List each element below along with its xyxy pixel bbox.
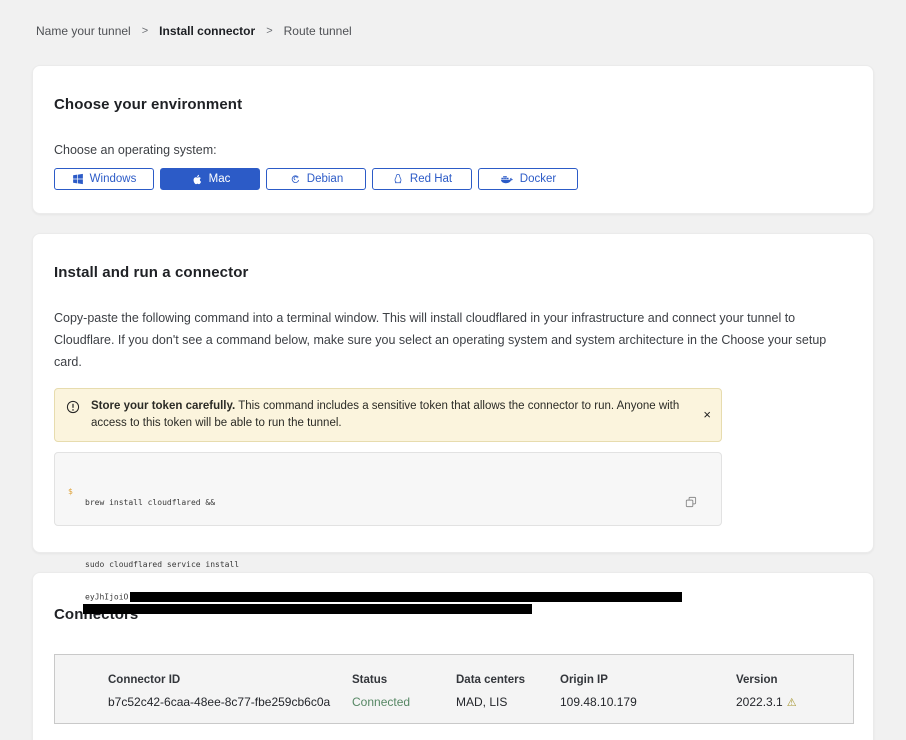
debian-swirl-icon bbox=[289, 173, 301, 185]
os-button-label: Debian bbox=[307, 173, 343, 185]
code-line-brew: brew install cloudflared && bbox=[85, 498, 721, 509]
install-connector-card: Install and run a connector Copy-paste t… bbox=[32, 233, 874, 553]
breadcrumb-route-tunnel[interactable]: Route tunnel bbox=[284, 24, 352, 38]
os-button-group: Windows Mac Debian Red Hat Docker bbox=[54, 168, 852, 190]
apple-logo-icon bbox=[190, 173, 203, 186]
windows-logo-icon bbox=[72, 173, 84, 185]
os-select-label: Choose an operating system: bbox=[54, 143, 852, 157]
token-redaction-bar bbox=[83, 604, 532, 614]
breadcrumb-separator: > bbox=[266, 25, 272, 37]
docker-whale-icon bbox=[500, 173, 514, 185]
linux-penguin-icon bbox=[392, 173, 404, 185]
status-badge: Connected bbox=[352, 695, 456, 709]
breadcrumb-separator: > bbox=[142, 25, 148, 37]
os-button-windows[interactable]: Windows bbox=[54, 168, 154, 190]
os-button-label: Mac bbox=[209, 173, 231, 185]
col-header-origin-ip: Origin IP bbox=[560, 674, 736, 686]
data-centers-value: MAD, LIS bbox=[456, 695, 560, 709]
col-header-version: Version bbox=[736, 674, 853, 686]
install-card-title: Install and run a connector bbox=[54, 264, 852, 281]
os-button-debian[interactable]: Debian bbox=[266, 168, 366, 190]
version-value: 2022.3.1⚠ bbox=[736, 695, 853, 709]
install-description: Copy-paste the following command into a … bbox=[54, 307, 850, 373]
warning-triangle-icon: ⚠ bbox=[787, 697, 797, 709]
connector-id-value: b7c52c42-6caa-48ee-8c77-fbe259cb6c0a bbox=[108, 695, 352, 709]
environment-card: Choose your environment Choose an operat… bbox=[32, 65, 874, 214]
os-button-mac[interactable]: Mac bbox=[160, 168, 260, 190]
table-row: b7c52c42-6caa-48ee-8c77-fbe259cb6c0a Con… bbox=[108, 695, 853, 709]
os-button-label: Red Hat bbox=[410, 173, 452, 185]
alert-circle-icon bbox=[66, 400, 80, 420]
warning-title: Store your token carefully. bbox=[91, 400, 235, 412]
os-button-label: Docker bbox=[520, 173, 556, 185]
copy-icon[interactable] bbox=[662, 480, 697, 527]
shell-prompt: $ bbox=[68, 487, 73, 498]
close-icon[interactable]: × bbox=[703, 408, 711, 421]
col-header-connector-id: Connector ID bbox=[108, 674, 352, 686]
breadcrumb-name-your-tunnel[interactable]: Name your tunnel bbox=[36, 24, 131, 38]
token-redaction-bar bbox=[130, 592, 682, 602]
os-button-red-hat[interactable]: Red Hat bbox=[372, 168, 472, 190]
os-button-docker[interactable]: Docker bbox=[478, 168, 578, 190]
col-header-data-centers: Data centers bbox=[456, 674, 560, 686]
breadcrumb-install-connector[interactable]: Install connector bbox=[159, 24, 255, 38]
install-command-code-block[interactable]: $ brew install cloudflared && sudo cloud… bbox=[54, 452, 722, 526]
table-header-row: Connector ID Status Data centers Origin … bbox=[108, 674, 853, 686]
col-header-status: Status bbox=[352, 674, 456, 686]
token-warning-banner: Store your token carefully. This command… bbox=[54, 388, 722, 442]
environment-card-title: Choose your environment bbox=[54, 96, 852, 113]
connectors-table: Connector ID Status Data centers Origin … bbox=[54, 654, 854, 724]
breadcrumb: Name your tunnel > Install connector > R… bbox=[0, 0, 906, 38]
code-line-blank bbox=[85, 529, 721, 539]
os-button-label: Windows bbox=[90, 173, 137, 185]
code-line-token: eyJhIjoiO bbox=[85, 592, 721, 614]
code-line-sudo: sudo cloudflared service install bbox=[85, 560, 721, 571]
origin-ip-value: 109.48.10.179 bbox=[560, 695, 736, 709]
